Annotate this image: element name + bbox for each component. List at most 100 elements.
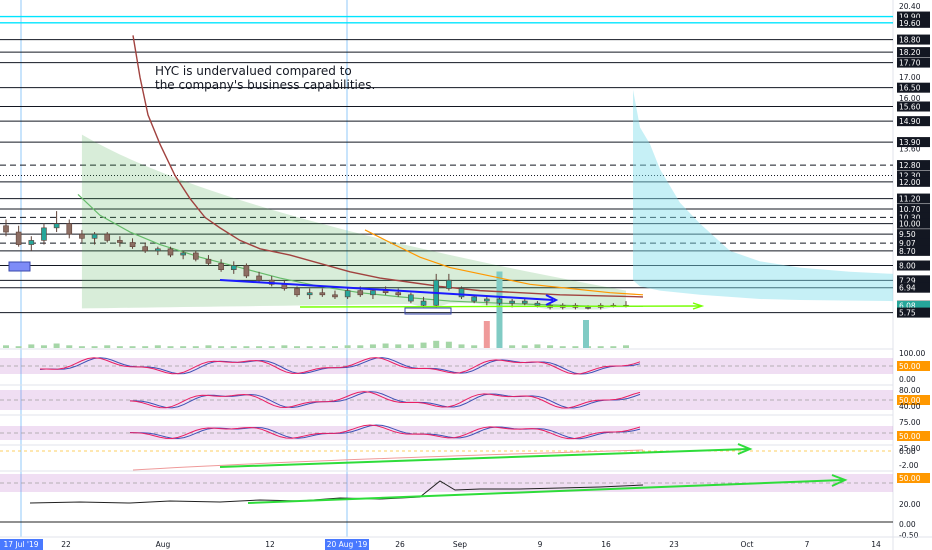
candle-body [91, 233, 98, 239]
candle-body [218, 263, 224, 270]
volume-bar [445, 341, 452, 348]
chart-annotation: HYC is undervalued compared to the compan… [155, 64, 375, 92]
candle-body [534, 302, 541, 306]
time-tick-label: 16 [601, 540, 611, 549]
volume-bar [268, 346, 275, 348]
candle-body [332, 294, 338, 298]
price-level-label: 9.50 [899, 230, 916, 239]
volume-bar [471, 345, 478, 348]
candle-body [294, 288, 300, 296]
time-tick-label: 26 [395, 540, 405, 549]
volume-bar [142, 346, 149, 348]
volume-bar [180, 346, 187, 348]
volume-bar [331, 346, 338, 348]
volume-bar [583, 320, 589, 348]
candle-body [53, 223, 60, 229]
volume-bar [205, 345, 212, 348]
time-tick-label: Sep [453, 540, 467, 549]
volume-bar [66, 345, 73, 348]
oscillator-tick-label: 40.00 [899, 402, 921, 411]
oscillator-tick-label: -0.50 [899, 531, 919, 540]
candle-body [585, 307, 591, 309]
price-level-label: 12.00 [899, 178, 921, 187]
volume-bar [382, 343, 389, 348]
oscillator-tick-label: 75.00 [899, 418, 921, 427]
volume-bar [559, 346, 566, 348]
candle-body [142, 246, 148, 252]
time-tick-label: 12 [265, 540, 275, 549]
oscillator-badge-label: 50.00 [899, 432, 921, 441]
volume-bar [192, 346, 199, 348]
volume-bar [306, 346, 313, 348]
volume-bar [218, 346, 225, 348]
candle-body [357, 290, 364, 296]
oscillator-tick-label: 20.00 [899, 500, 921, 509]
price-level-label: 18.80 [899, 36, 921, 45]
candle-body [192, 252, 199, 260]
volume-bar [78, 346, 85, 348]
candle-body [344, 290, 351, 298]
volume-bar [623, 345, 629, 348]
candle-body [167, 248, 174, 256]
price-tick-label: 20.40 [899, 2, 921, 11]
candle-body [243, 265, 250, 277]
price-level-label: 10.00 [899, 220, 921, 229]
candle-body [3, 225, 9, 233]
price-tick-label: 17.00 [899, 73, 921, 82]
candle-body [256, 275, 262, 281]
candle-body [446, 279, 452, 289]
volume-bar [28, 344, 35, 348]
volume-bar [433, 340, 440, 348]
volume-bar [256, 346, 263, 348]
candle-body [306, 292, 313, 296]
volume-bar [154, 345, 161, 348]
candle-body [509, 300, 515, 304]
volume-bar [230, 346, 237, 348]
oscillator-badge-label: 50.00 [899, 362, 921, 371]
volume-bar [547, 345, 554, 348]
price-level-label: 8.70 [899, 247, 916, 256]
candle-body [484, 298, 490, 302]
price-badge-label: 5.75 [899, 309, 916, 318]
volume-bar [281, 345, 288, 348]
candle-body [395, 292, 402, 296]
volume-bar [483, 321, 490, 348]
candle-body [496, 298, 503, 304]
oscillator-tick-label: -2.00 [899, 461, 919, 470]
green-arrow [299, 305, 701, 308]
price-level-label: 14.90 [899, 117, 921, 126]
volume-bar [167, 346, 174, 348]
price-level-label: 15.60 [899, 103, 921, 112]
volume-bar [53, 343, 60, 348]
candle-body [117, 240, 123, 243]
volume-bar [521, 345, 528, 348]
oscillator-tick-label: 0.00 [899, 520, 916, 529]
oscillator-badge-label: 50.00 [899, 474, 921, 483]
time-highlight-label: 17 Jul '19 [4, 540, 39, 549]
candle-body [155, 248, 161, 252]
time-tick-label: 22 [61, 540, 71, 549]
price-level-label: 17.70 [899, 59, 921, 68]
volume-bar [344, 345, 351, 348]
oscillator-tick-label: 100.00 [899, 349, 925, 358]
price-level-label: 12.80 [899, 161, 921, 170]
time-tick-label: 23 [669, 540, 679, 549]
candle-body [129, 242, 136, 247]
volume-bar [369, 344, 376, 348]
volume-bar [420, 342, 427, 348]
candle-body [458, 288, 465, 298]
volume-bar [91, 346, 98, 348]
volume-bar [243, 346, 250, 348]
volume-bar [496, 271, 503, 348]
chart-canvas[interactable]: 20.4019.9019.6018.8018.2017.7017.0016.50… [0, 0, 932, 550]
candle-body [319, 292, 326, 296]
volume-bar [395, 344, 402, 348]
volume-bar [407, 344, 414, 348]
volume-bar [104, 345, 111, 348]
candle-body [28, 240, 35, 245]
volume-bar [597, 346, 604, 348]
candle-body [521, 300, 528, 304]
volume-bar [129, 346, 136, 348]
time-tick-label: 7 [805, 540, 810, 549]
annotation-line: HYC is undervalued compared to [155, 64, 352, 78]
